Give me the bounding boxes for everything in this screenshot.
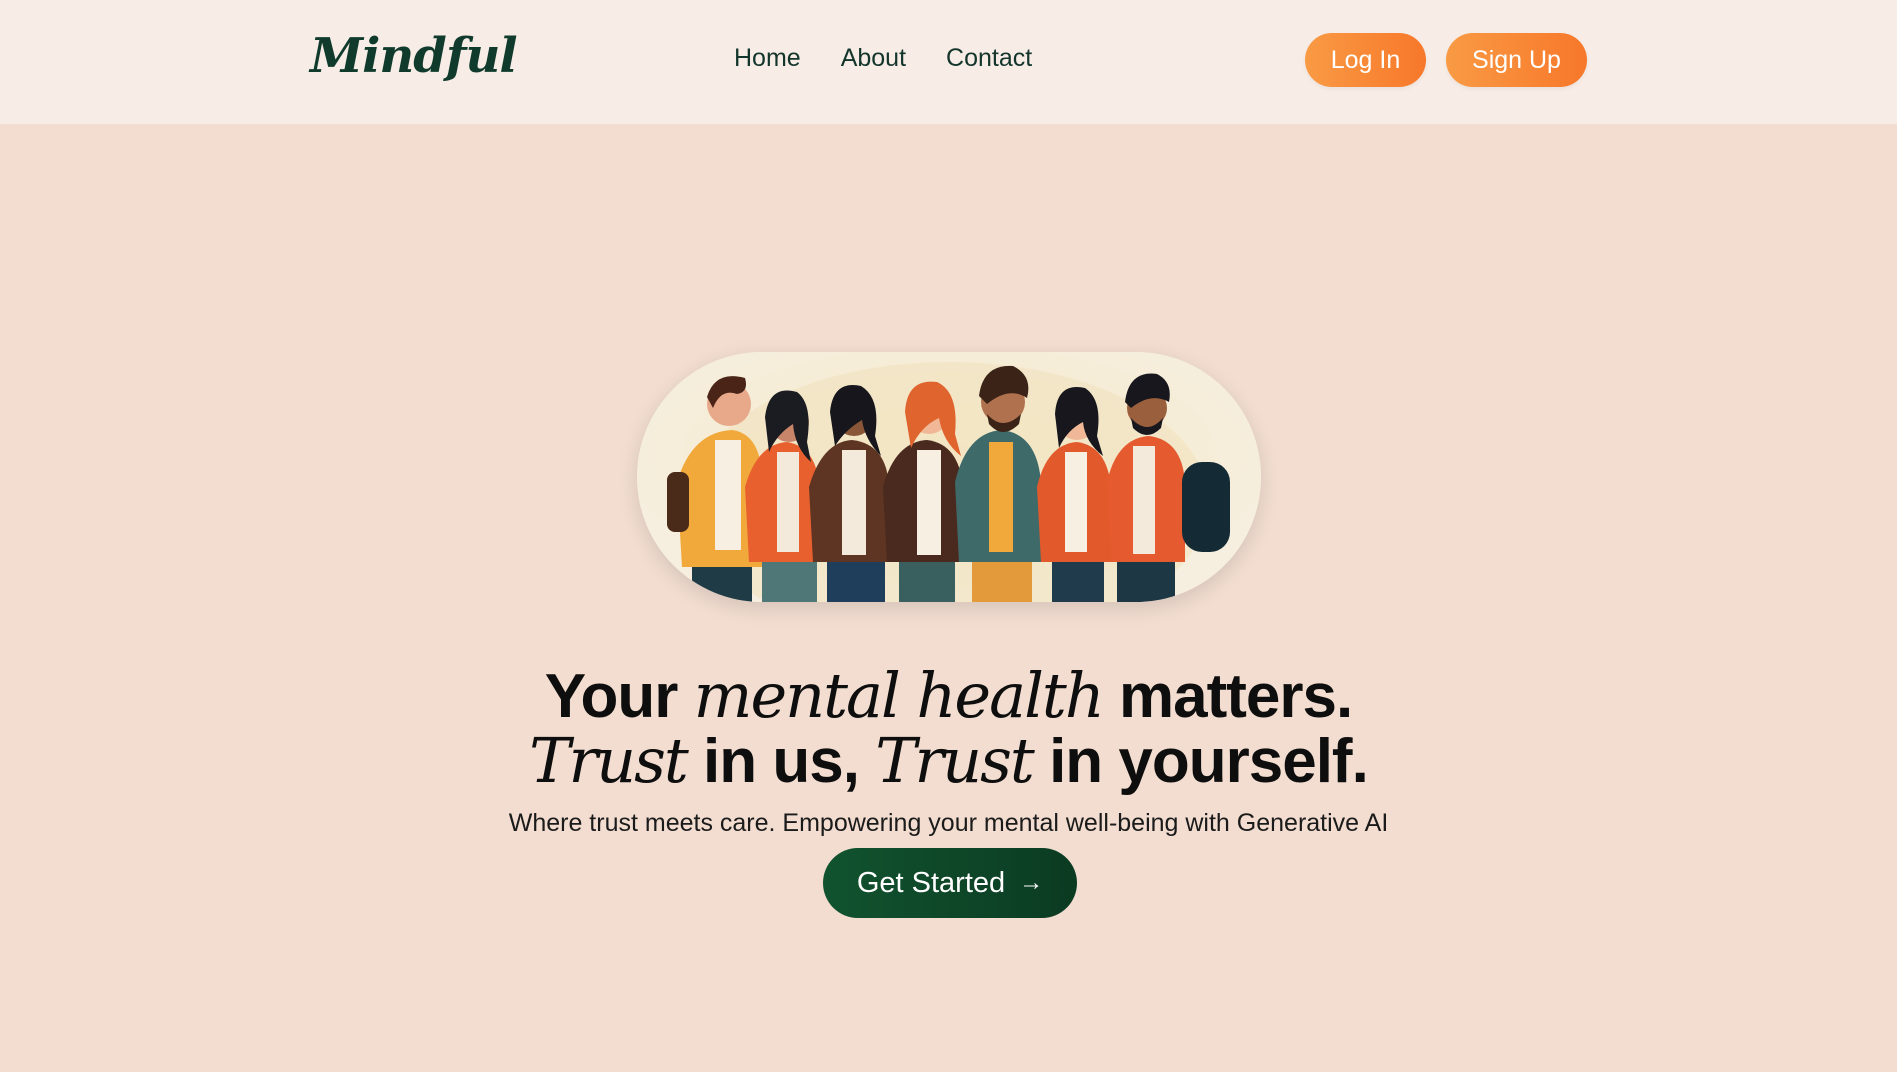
get-started-button[interactable]: Get Started → [823,848,1077,918]
headline-emphasis: Trust [529,723,689,797]
nav-link-contact[interactable]: Contact [946,44,1032,73]
headline-text: in us, [686,726,876,796]
headline-emphasis: mental health [693,658,1105,732]
arrow-right-icon: → [1019,869,1044,896]
brand-logo[interactable]: Mindful [310,28,518,84]
headline-text: in yourself. [1032,726,1369,796]
hero-illustration [637,352,1261,602]
headline-text: matters. [1102,661,1353,731]
headline-line1: Your mental health matters. [544,658,1353,732]
nav-link-home[interactable]: Home [734,44,801,73]
landing-page: Mindful Home About Contact Log In Sign U… [0,0,1897,1072]
people-group-illustration [637,352,1261,602]
signup-button[interactable]: Sign Up [1446,33,1587,87]
hero-headline: Your mental health matters. Trust in us,… [0,658,1897,797]
top-navbar: Mindful Home About Contact Log In Sign U… [0,0,1897,124]
headline-text: Your [544,661,694,731]
login-button[interactable]: Log In [1305,33,1426,87]
get-started-label: Get Started [856,866,1006,899]
nav-link-about[interactable]: About [841,44,906,73]
headline-emphasis: Trust [875,723,1035,797]
hero-subtitle: Where trust meets care. Empowering your … [508,809,1389,837]
headline-line2: Trust in us, Trust in yourself. [529,723,1369,797]
nav-links: Home About Contact [734,44,1032,73]
